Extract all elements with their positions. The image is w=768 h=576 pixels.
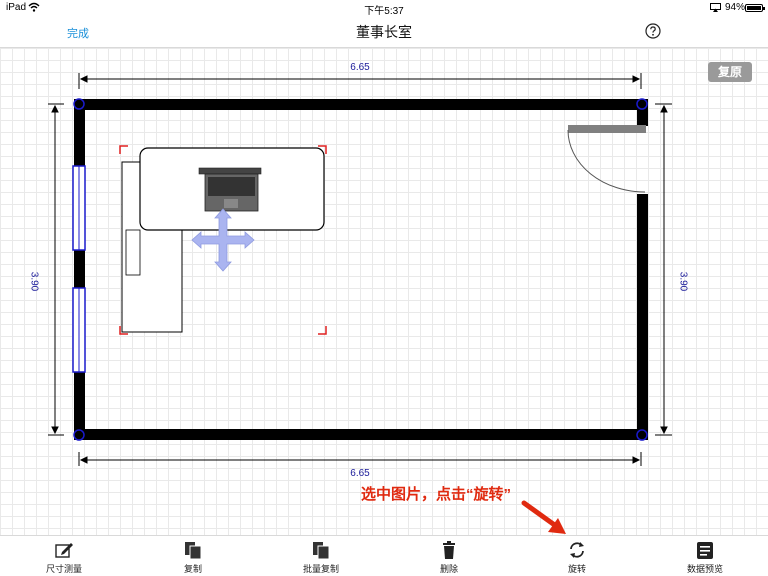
dimension-right-label: 3.90	[677, 271, 689, 292]
measure-tool-label: 尺寸测量	[45, 564, 82, 574]
data-preview-icon	[697, 542, 713, 559]
rotate-button[interactable]: 旋转	[537, 536, 617, 576]
delete-button[interactable]: 删除	[409, 536, 489, 576]
instruction-annotation: 选中图片，点击“旋转”	[361, 486, 512, 503]
dimension-left-label: 3.90	[28, 271, 40, 292]
dimension-line-right	[655, 103, 672, 436]
dimension-line-left	[48, 103, 64, 436]
batch-copy-icon	[313, 542, 330, 560]
window-upper[interactable]	[72, 165, 86, 251]
dimension-top-label: 6.65	[350, 62, 370, 73]
annotation-arrow	[521, 500, 566, 534]
delete-label: 删除	[439, 564, 458, 574]
window-lower[interactable]	[72, 287, 86, 373]
data-preview-label: 数据预览	[686, 564, 723, 574]
rotate-label: 旋转	[567, 564, 586, 574]
copy-button[interactable]: 复制	[153, 536, 233, 576]
restore-button[interactable]: 复原	[708, 62, 752, 82]
dimension-bottom-label: 6.65	[350, 468, 370, 479]
copy-icon	[185, 542, 202, 560]
dimension-line-top	[78, 73, 642, 89]
batch-copy-button[interactable]: 批量复制	[281, 536, 361, 576]
measure-tool-button[interactable]: 尺寸测量	[24, 536, 104, 576]
dimension-line-bottom	[78, 452, 642, 466]
laptop-icon	[198, 167, 262, 212]
data-preview-button[interactable]: 数据预览	[665, 536, 745, 576]
door[interactable]	[567, 125, 646, 193]
batch-copy-label: 批量复制	[302, 564, 339, 574]
bottom-toolbar: 尺寸测量 复制 批量复制 删除 旋转 数据预览	[0, 535, 768, 576]
rotate-icon	[570, 542, 584, 558]
ruler-pencil-icon	[55, 543, 73, 558]
trash-icon	[443, 541, 455, 559]
copy-label: 复制	[183, 564, 202, 574]
